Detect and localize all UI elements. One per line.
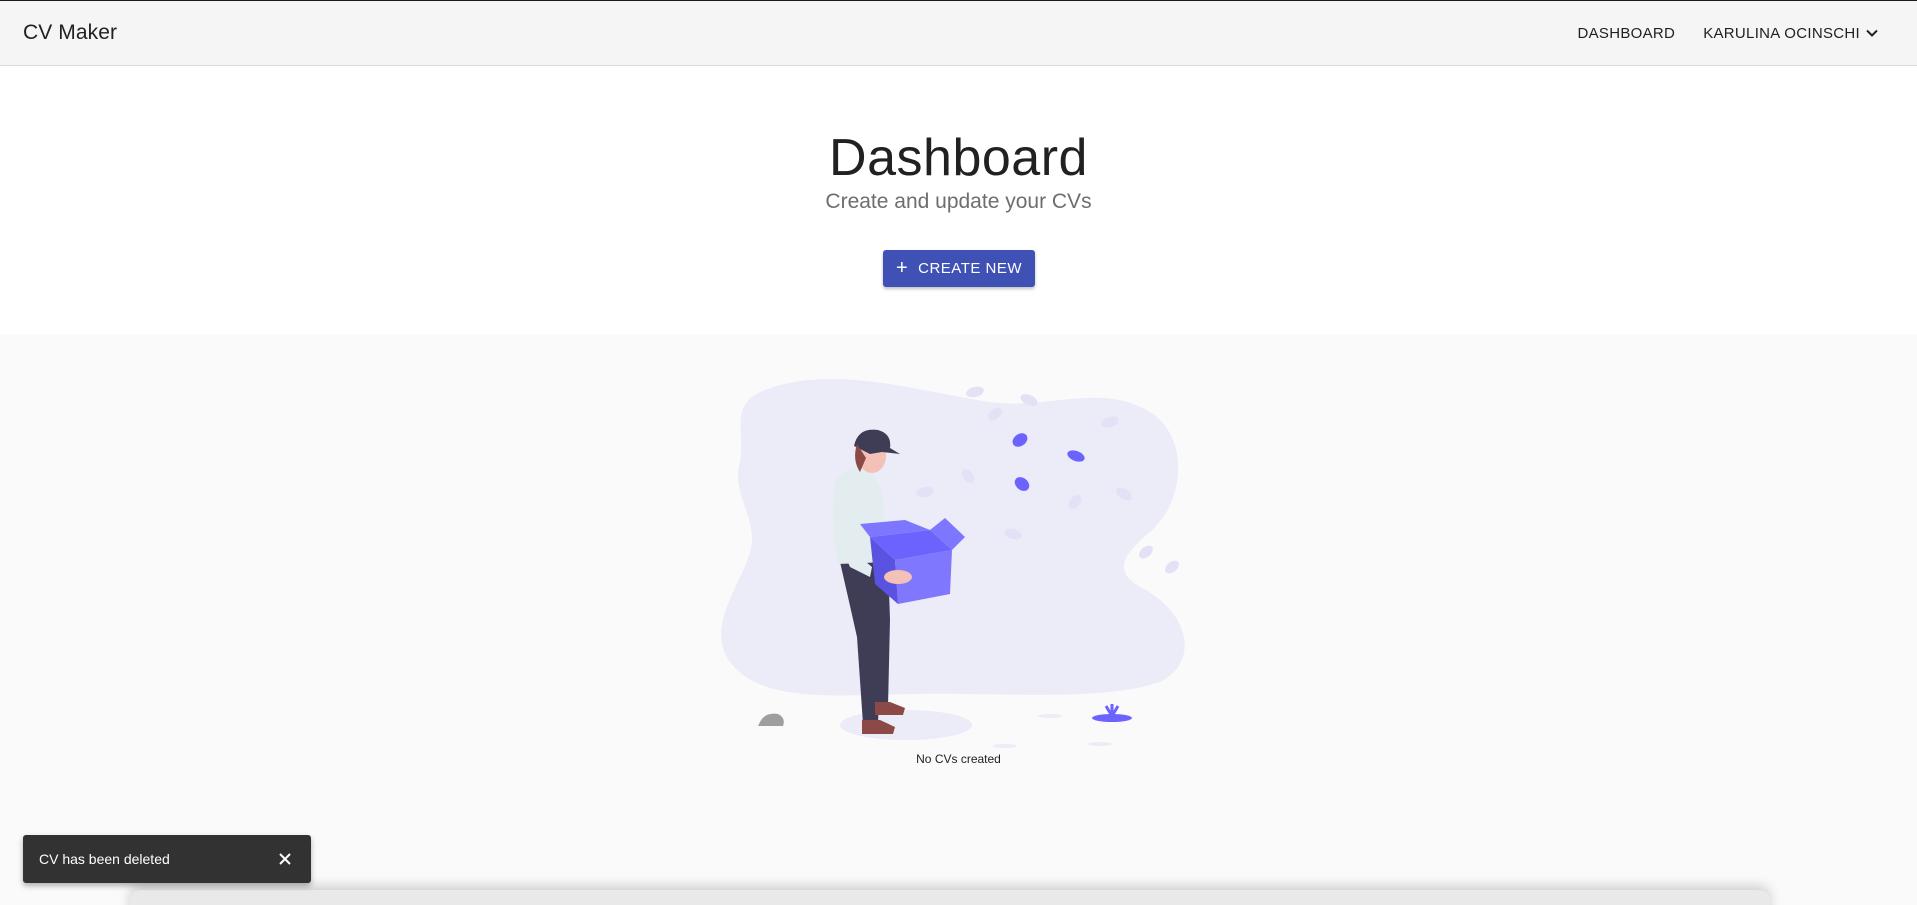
create-new-button[interactable]: + CREATE NEW [883, 250, 1035, 287]
app-bar: CV Maker DASHBOARD KARULINA OCINSCHI [0, 0, 1917, 66]
top-nav: DASHBOARD KARULINA OCINSCHI [1563, 17, 1894, 50]
snackbar-message: CV has been deleted [39, 851, 170, 867]
dashboard-hero: Dashboard Create and update your CVs + C… [0, 66, 1917, 334]
plus-icon: + [895, 256, 909, 279]
empty-state-illustration [720, 372, 1200, 752]
create-new-label: CREATE NEW [918, 260, 1023, 277]
page-subtitle: Create and update your CVs [825, 190, 1092, 213]
user-name: KARULINA OCINSCHI [1703, 24, 1860, 42]
page-title: Dashboard [829, 129, 1088, 187]
bottom-panel-edge [130, 890, 1770, 905]
close-icon[interactable] [275, 849, 295, 869]
user-menu-button[interactable]: KARULINA OCINSCHI [1689, 17, 1894, 50]
brand-title[interactable]: CV Maker [23, 21, 117, 45]
chevron-down-icon [1864, 25, 1880, 41]
empty-state-message: No CVs created [916, 752, 1001, 766]
nav-dashboard-link[interactable]: DASHBOARD [1563, 17, 1689, 50]
snackbar: CV has been deleted [23, 835, 311, 883]
